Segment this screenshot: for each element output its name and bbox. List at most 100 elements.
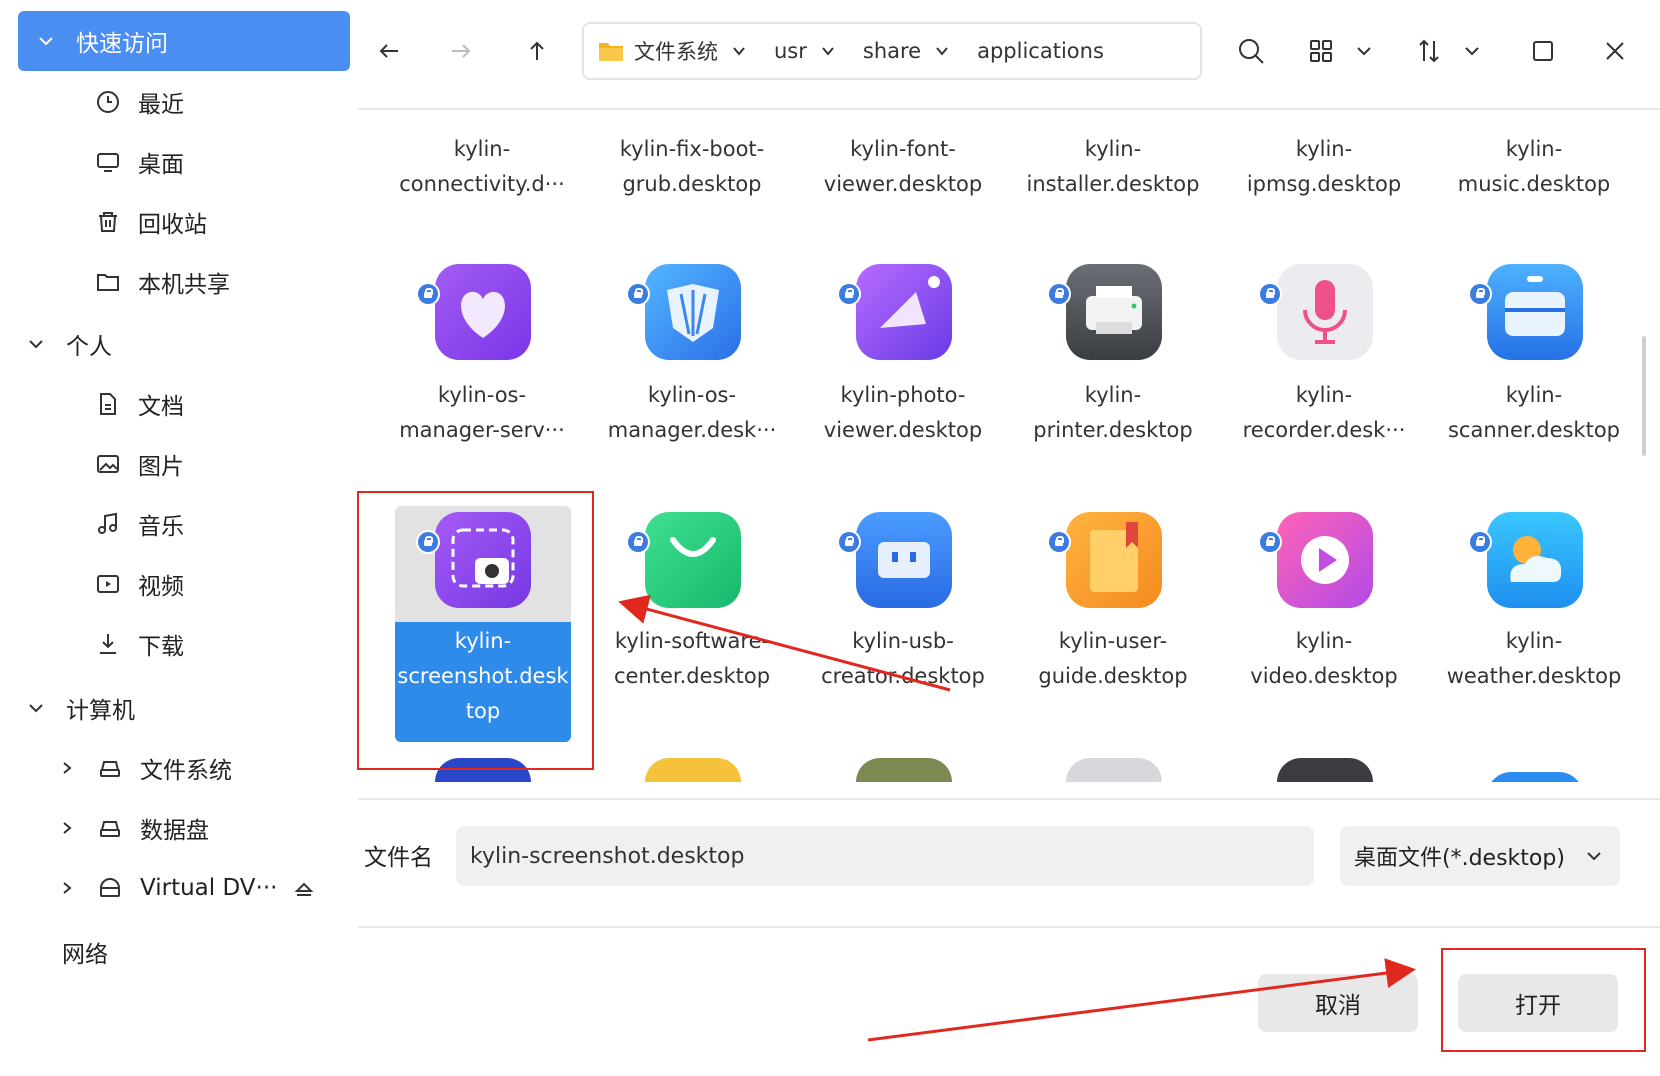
- cancel-button[interactable]: 取消: [1258, 974, 1418, 1032]
- photo-viewer-icon[interactable]: [856, 264, 952, 360]
- partial-app-icon[interactable]: [1277, 758, 1373, 782]
- os-manager-icon[interactable]: [645, 264, 741, 360]
- partial-app-icon[interactable]: [856, 758, 952, 782]
- sidebar-item-label: 回收站: [138, 212, 207, 238]
- chevron-down-icon: [1357, 47, 1371, 56]
- file-item-installer[interactable]: kylin-installer.desktop: [1024, 132, 1202, 202]
- file-item-recorder[interactable]: kylin-recorder.desk···: [1235, 378, 1413, 448]
- sort-button[interactable]: [1414, 36, 1444, 66]
- sidebar-item-documents[interactable]: 文档: [96, 380, 184, 428]
- file-name-line: kylin-fix-boot-: [619, 137, 765, 161]
- file-item-os-manager[interactable]: kylin-os-manager.desk···: [603, 378, 781, 448]
- breadcrumb-label: 文件系统: [634, 40, 718, 64]
- sidebar-item-desktop[interactable]: 桌面: [96, 138, 184, 186]
- file-name-line: kylin-: [1295, 629, 1353, 653]
- toolbar-divider: [358, 108, 1660, 110]
- lock-icon: [1049, 284, 1069, 304]
- icon-view-button[interactable]: [1306, 36, 1336, 66]
- file-item-weather[interactable]: kylin-weather.desktop: [1445, 624, 1623, 694]
- file-item-video[interactable]: kylin-video.desktop: [1235, 624, 1413, 694]
- sidebar-group-computer[interactable]: 计算机: [18, 684, 135, 732]
- file-item-os-manager-service[interactable]: kylin-os-manager-serv···: [393, 378, 571, 448]
- chevron-right-icon[interactable]: [60, 881, 74, 895]
- filter-label: 桌面文件(*.desktop): [1354, 846, 1565, 871]
- file-item-music[interactable]: kylin-music.desktop: [1445, 132, 1623, 202]
- photo-icon: [880, 276, 940, 328]
- breadcrumb-item-share[interactable]: share: [863, 39, 949, 63]
- file-name-line: ipmsg.desktop: [1246, 172, 1402, 196]
- scrollbar-thumb[interactable]: [1642, 336, 1646, 456]
- file-item-printer[interactable]: kylin-printer.desktop: [1024, 378, 1202, 448]
- video-app-icon[interactable]: [1277, 512, 1373, 608]
- chevron-right-icon[interactable]: [60, 821, 74, 835]
- sidebar-group-quick-access[interactable]: 快速访问: [18, 11, 350, 71]
- file-item-fix-boot-grub[interactable]: kylin-fix-boot-grub.desktop: [603, 132, 781, 202]
- sidebar-group-personal[interactable]: 个人: [18, 320, 112, 368]
- sidebar-item-data-disk[interactable]: 数据盘: [60, 804, 209, 852]
- back-button[interactable]: [372, 34, 406, 68]
- up-button[interactable]: [520, 34, 554, 68]
- open-button[interactable]: 打开: [1458, 974, 1618, 1032]
- file-type-filter[interactable]: 桌面文件(*.desktop): [1340, 826, 1620, 886]
- heart-icon: [461, 291, 505, 338]
- filename-label: 文件名: [364, 845, 433, 871]
- chevron-down-icon: [29, 704, 43, 713]
- sidebar-item-downloads[interactable]: 下载: [96, 620, 184, 668]
- clock-icon: [97, 91, 119, 113]
- breadcrumb-label: applications: [977, 39, 1104, 63]
- view-mode-dropdown[interactable]: [1354, 36, 1374, 66]
- user-guide-icon[interactable]: [1066, 512, 1162, 608]
- maximize-button[interactable]: [1528, 36, 1558, 66]
- file-item-scanner[interactable]: kylin-scanner.desktop: [1445, 378, 1623, 448]
- file-item-software-center[interactable]: kylin-software-center.desktop: [603, 624, 781, 694]
- chevron-down-icon: [29, 340, 43, 349]
- close-button[interactable]: [1600, 36, 1630, 66]
- chevron-down-icon[interactable]: [935, 44, 949, 58]
- sidebar-item-pictures[interactable]: 图片: [96, 440, 184, 488]
- sidebar-group-network[interactable]: 网络: [62, 928, 108, 976]
- sidebar-item-virtual-dvd[interactable]: Virtual DV···: [60, 864, 277, 912]
- scanner-icon[interactable]: [1487, 264, 1583, 360]
- eject-icon[interactable]: [294, 880, 314, 900]
- breadcrumb-item-applications[interactable]: applications: [977, 39, 1104, 63]
- recorder-icon[interactable]: [1277, 264, 1373, 360]
- partial-app-icon[interactable]: [1487, 772, 1583, 782]
- breadcrumb-item-usr[interactable]: usr: [774, 39, 835, 63]
- search-icon: [1239, 39, 1264, 64]
- search-button[interactable]: [1236, 36, 1266, 66]
- sidebar-item-filesystem[interactable]: 文件系统: [60, 744, 232, 792]
- file-item-user-guide[interactable]: kylin-user-guide.desktop: [1024, 624, 1202, 694]
- file-item-ipmsg[interactable]: kylin-ipmsg.desktop: [1235, 132, 1413, 202]
- forward-button[interactable]: [444, 34, 478, 68]
- partial-app-icon[interactable]: [1066, 758, 1162, 782]
- file-item-usb-creator[interactable]: kylin-usb-creator.desktop: [814, 624, 992, 694]
- sort-dropdown[interactable]: [1462, 36, 1482, 66]
- usb-creator-icon[interactable]: [856, 512, 952, 608]
- weather-icon[interactable]: [1487, 512, 1583, 608]
- arrow-up-icon: [530, 41, 544, 60]
- footer-divider: [358, 926, 1660, 928]
- file-item-connectivity[interactable]: kylin-connectivity.d···: [393, 132, 571, 202]
- chevron-down-icon[interactable]: [821, 44, 835, 58]
- file-item-font-viewer[interactable]: kylin-font-viewer.desktop: [814, 132, 992, 202]
- chevron-down-icon[interactable]: [732, 44, 746, 58]
- monitor-icon: [97, 153, 119, 172]
- sidebar-item-recent[interactable]: 最近: [96, 78, 184, 126]
- printer-icon[interactable]: [1066, 264, 1162, 360]
- filename-input[interactable]: [456, 826, 1314, 886]
- partial-app-icon[interactable]: [645, 758, 741, 782]
- file-name-line: kylin-: [1084, 137, 1142, 161]
- document-icon: [100, 393, 116, 415]
- sidebar-item-trash[interactable]: 回收站: [96, 198, 207, 246]
- grid-view-icon: [1310, 40, 1332, 62]
- music-icon: [98, 512, 117, 534]
- os-manager-service-icon[interactable]: [435, 264, 531, 360]
- breadcrumb: 文件系统 usr share applications: [582, 22, 1202, 80]
- chevron-right-icon[interactable]: [60, 761, 74, 775]
- breadcrumb-item-filesystem[interactable]: 文件系统: [598, 36, 746, 66]
- file-item-photo-viewer[interactable]: kylin-photo-viewer.desktop: [814, 378, 992, 448]
- software-center-icon[interactable]: [645, 512, 741, 608]
- sidebar-item-music[interactable]: 音乐: [96, 500, 184, 548]
- sidebar-item-local-share[interactable]: 本机共享: [96, 258, 230, 306]
- sidebar-item-videos[interactable]: 视频: [96, 560, 184, 608]
